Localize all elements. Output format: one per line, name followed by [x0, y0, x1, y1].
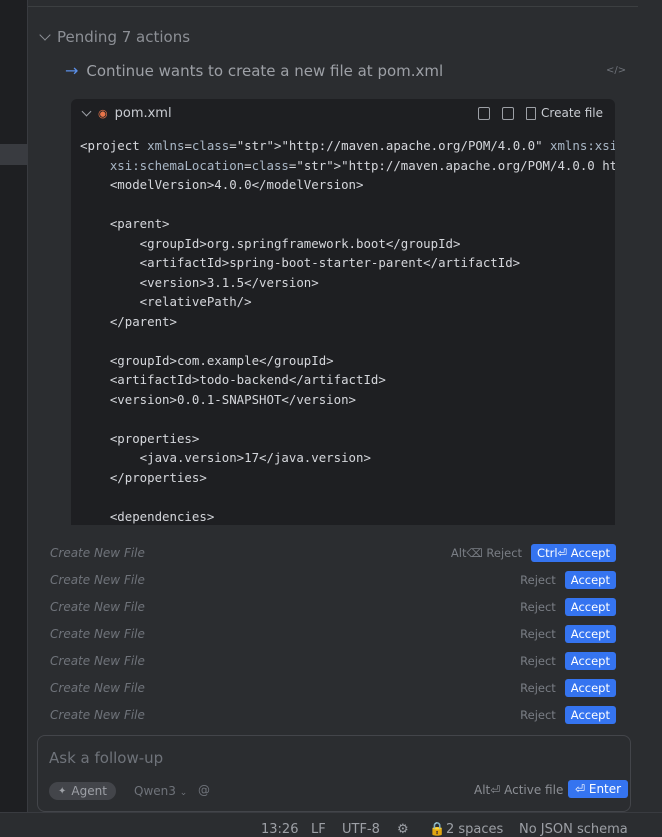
collapse-chevron-icon[interactable]	[81, 106, 92, 116]
accept-button[interactable]: Accept	[564, 679, 616, 697]
pending-actions-header[interactable]: Pending 7 actions	[39, 28, 191, 46]
agent-icon: ✦	[58, 785, 67, 797]
accept-button[interactable]: Accept	[564, 652, 616, 670]
reject-button[interactable]: Reject	[520, 573, 556, 587]
code-line: <version>3.1.5</version>	[80, 274, 319, 290]
code-body: <project xmlns=class="str">"http://maven…	[71, 127, 615, 525]
accept-button[interactable]: Accept	[564, 571, 616, 589]
action-label: Create New File	[50, 708, 145, 722]
action-buttons: Alt⌫ Reject Ctrl⏎ Accept	[451, 544, 616, 562]
code-line: </parent>	[80, 313, 177, 329]
code-line: <artifactId>spring-boot-starter-parent</…	[80, 255, 521, 270]
mention-button[interactable]: @	[198, 783, 210, 797]
left-strip-selected[interactable]	[0, 144, 27, 165]
code-line: <dependencies>	[80, 508, 215, 524]
action-row: Create New File Alt⌫ Reject Ctrl⏎ Accept	[50, 543, 616, 563]
code-block-header: ◉ pom.xml Create file	[71, 99, 615, 127]
code-line: <artifactId>todo-backend</artifactId>	[80, 372, 386, 387]
action-buttons: Reject Accept	[520, 706, 616, 724]
reject-button[interactable]: Reject	[520, 600, 556, 614]
rss-file-icon: ◉	[98, 106, 108, 120]
model-selector[interactable]: Qwen3 ⌄	[134, 784, 187, 798]
action-buttons: Reject Accept	[520, 625, 616, 643]
active-file-button[interactable]: Alt⏎ Active file	[474, 783, 563, 797]
copy-icon[interactable]	[502, 106, 515, 120]
action-label: Create New File	[50, 600, 145, 614]
code-line: <modelVersion>4.0.0</modelVersion>	[80, 177, 364, 192]
action-label: Create New File	[50, 654, 145, 668]
action-buttons: Reject Accept	[520, 652, 616, 670]
code-line: <parent>	[80, 216, 170, 231]
code-line: </properties>	[80, 469, 207, 485]
agent-mode-button[interactable]: ✦ Agent	[49, 782, 116, 800]
code-line: <properties>	[80, 430, 200, 446]
code-line: <project xmlns=class="str">"http://maven…	[80, 138, 615, 153]
action-buttons: Reject Accept	[520, 571, 616, 589]
arrow-right-icon: →	[65, 61, 79, 80]
right-tool-strip	[637, 0, 662, 812]
action-label: Create New File	[50, 546, 145, 560]
action-row: Create New File Reject Accept	[50, 705, 616, 725]
create-file-button[interactable]: Create file	[526, 106, 603, 120]
agent-label: Agent	[71, 784, 107, 798]
action-row: Create New File Reject Accept	[50, 597, 616, 617]
action-label: Create New File	[50, 573, 145, 587]
continue-create-file-line: → Continue wants to create a new file at…	[65, 61, 625, 80]
status-bar: 13:26 LF UTF-8 ⚙ 🔒 2 spaces No JSON sche…	[0, 812, 662, 837]
code-line: <relativePath/>	[80, 294, 252, 309]
accept-button[interactable]: Ctrl⏎ Accept	[531, 544, 616, 562]
code-line: <java.version>17</java.version>	[80, 450, 371, 465]
apply-to-file-icon[interactable]	[478, 106, 491, 120]
action-row: Create New File Reject Accept	[50, 570, 616, 590]
panel-top-border	[28, 0, 638, 7]
code-line: <version>0.0.1-SNAPSHOT</version>	[80, 391, 357, 407]
reject-button[interactable]: Reject	[520, 654, 556, 668]
code-line: xsi:schemaLocation=class="str">"http://m…	[109, 157, 615, 173]
chevron-down-icon: ⌄	[179, 788, 188, 798]
reject-button[interactable]: Reject	[520, 681, 556, 695]
code-line: <groupId>org.springframework.boot</group…	[80, 235, 461, 251]
followup-input-box[interactable]: Ask a follow-up ✦ Agent Qwen3 ⌄ @ Alt⏎ A…	[37, 735, 631, 812]
chevron-down-icon	[39, 29, 51, 41]
followup-placeholder: Ask a follow-up	[49, 749, 164, 767]
code-block: ◉ pom.xml Create file <project xmlns=cla…	[71, 99, 615, 525]
action-buttons: Reject Accept	[520, 598, 616, 616]
pending-label: Pending 7 actions	[57, 28, 191, 46]
reject-button[interactable]: Reject	[520, 627, 556, 641]
reject-button[interactable]: Reject	[520, 708, 556, 722]
code-line: <groupId>com.example</groupId>	[80, 352, 334, 368]
action-row: Create New File Reject Accept	[50, 651, 616, 671]
enter-button[interactable]: ⏎ Enter	[568, 780, 629, 798]
file-icon	[526, 106, 537, 120]
action-buttons: Reject Accept	[520, 679, 616, 697]
action-label: Create New File	[50, 627, 145, 641]
reject-button[interactable]: Alt⌫ Reject	[451, 546, 522, 560]
accept-button[interactable]: Accept	[564, 625, 616, 643]
accept-button[interactable]: Accept	[564, 706, 616, 724]
action-label: Create New File	[50, 681, 145, 695]
code-filename: pom.xml	[114, 105, 172, 121]
left-tool-strip	[0, 0, 27, 812]
chat-panel: Pending 7 actions → Continue wants to cr…	[27, 0, 638, 812]
accept-button[interactable]: Accept	[564, 598, 616, 616]
create-file-label: Create file	[541, 106, 603, 120]
model-label: Qwen3	[134, 784, 176, 798]
action-row: Create New File Reject Accept	[50, 678, 616, 698]
continue-text: Continue wants to create a new file at p…	[86, 61, 444, 80]
action-row: Create New File Reject Accept	[50, 624, 616, 644]
code-icon[interactable]: </>	[606, 65, 626, 76]
